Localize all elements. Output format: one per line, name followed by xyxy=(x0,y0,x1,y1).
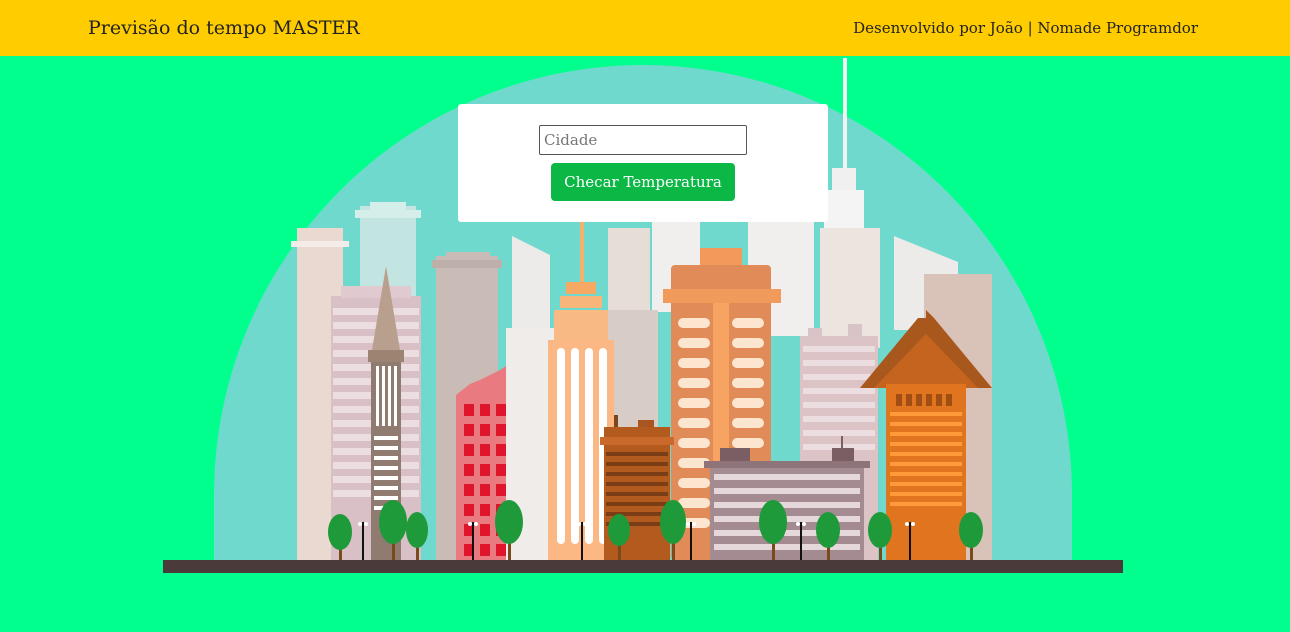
search-card: Checar Temperatura xyxy=(458,104,828,222)
app-header: Previsão do tempo MASTER Desenvolvido po… xyxy=(0,0,1290,56)
check-temperature-button[interactable]: Checar Temperatura xyxy=(551,163,735,201)
city-input[interactable] xyxy=(539,125,747,155)
developer-credit: Desenvolvido por João | Nomade Programdo… xyxy=(853,19,1198,37)
app-title: Previsão do tempo MASTER xyxy=(88,17,360,39)
